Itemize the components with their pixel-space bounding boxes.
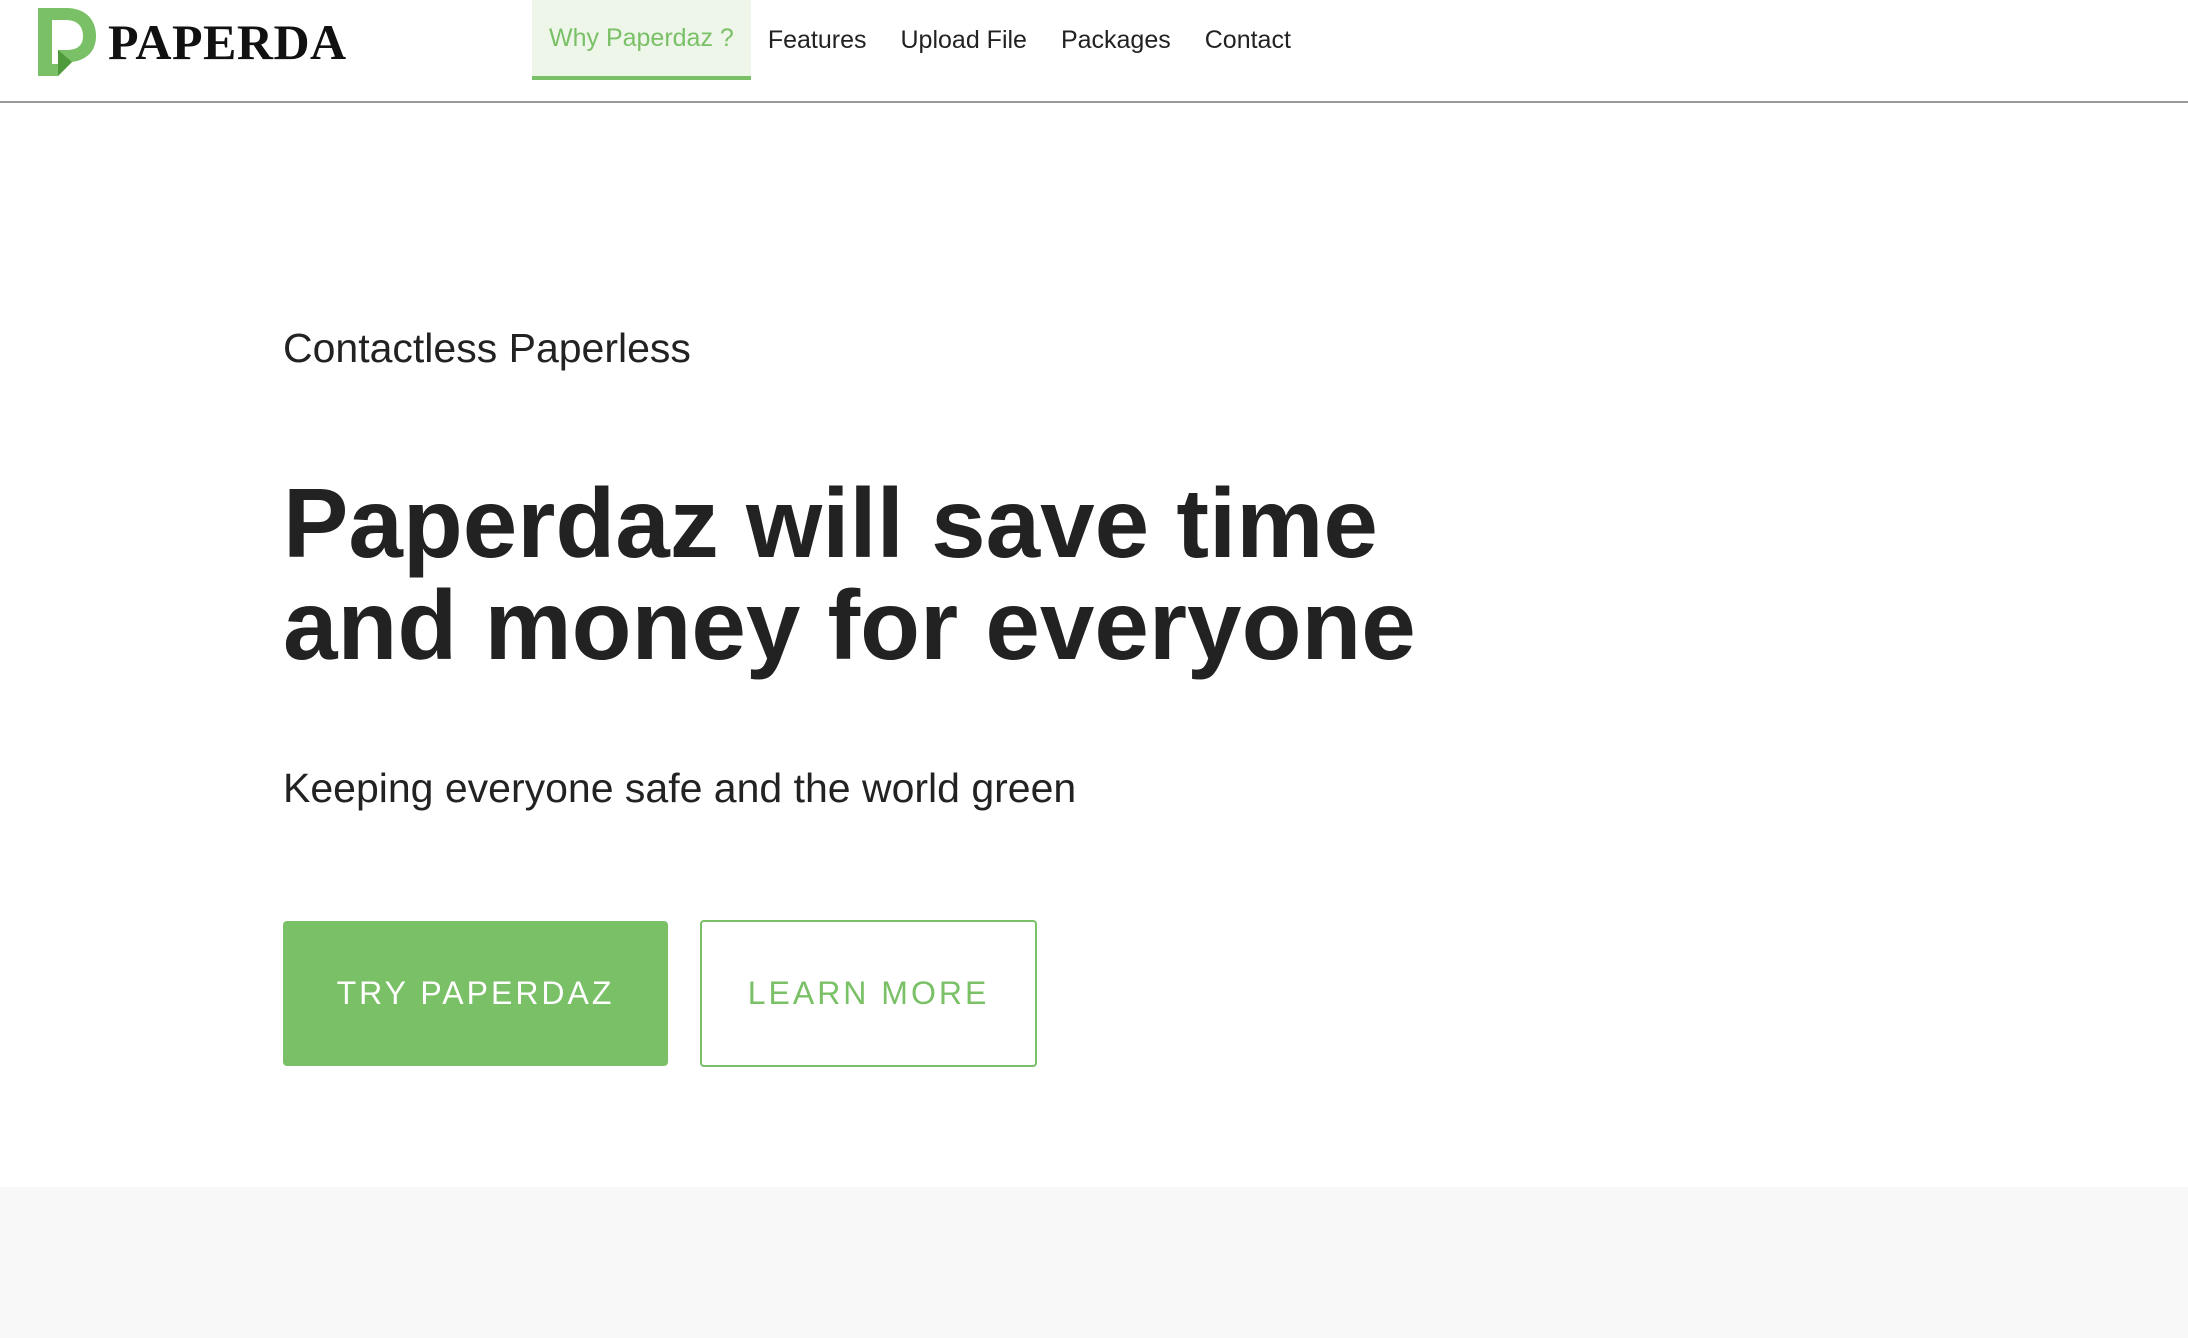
next-section-background bbox=[0, 1187, 2188, 1338]
main-nav: Why Paperdaz ? Features Upload File Pack… bbox=[532, 0, 1308, 80]
hero-subline: Keeping everyone safe and the world gree… bbox=[283, 765, 1077, 811]
hero-headline-line-1: Paperdaz will save time bbox=[283, 468, 1378, 578]
hero-headline-line-2: and money for everyone bbox=[283, 570, 1416, 680]
hero-eyebrow: Contactless Paperless bbox=[283, 325, 691, 371]
paperdaz-logo[interactable]: PAPERDAZ bbox=[36, 6, 348, 78]
paperdaz-logo-icon bbox=[38, 8, 96, 76]
hero-headline: Paperdaz will save time and money for ev… bbox=[283, 472, 1583, 676]
nav-item-upload-file[interactable]: Upload File bbox=[884, 0, 1044, 80]
top-navigation-bar: PAPERDAZ Why Paperdaz ? Features Upload … bbox=[0, 0, 2188, 103]
logo-wordmark: PAPERDAZ bbox=[108, 14, 348, 70]
nav-item-contact[interactable]: Contact bbox=[1188, 0, 1308, 80]
try-paperdaz-button[interactable]: TRY PAPERDAZ bbox=[283, 921, 668, 1066]
learn-more-button[interactable]: LEARN MORE bbox=[700, 920, 1037, 1067]
nav-item-packages[interactable]: Packages bbox=[1044, 0, 1188, 80]
nav-item-features[interactable]: Features bbox=[751, 0, 884, 80]
nav-item-why-paperdaz[interactable]: Why Paperdaz ? bbox=[532, 0, 751, 80]
